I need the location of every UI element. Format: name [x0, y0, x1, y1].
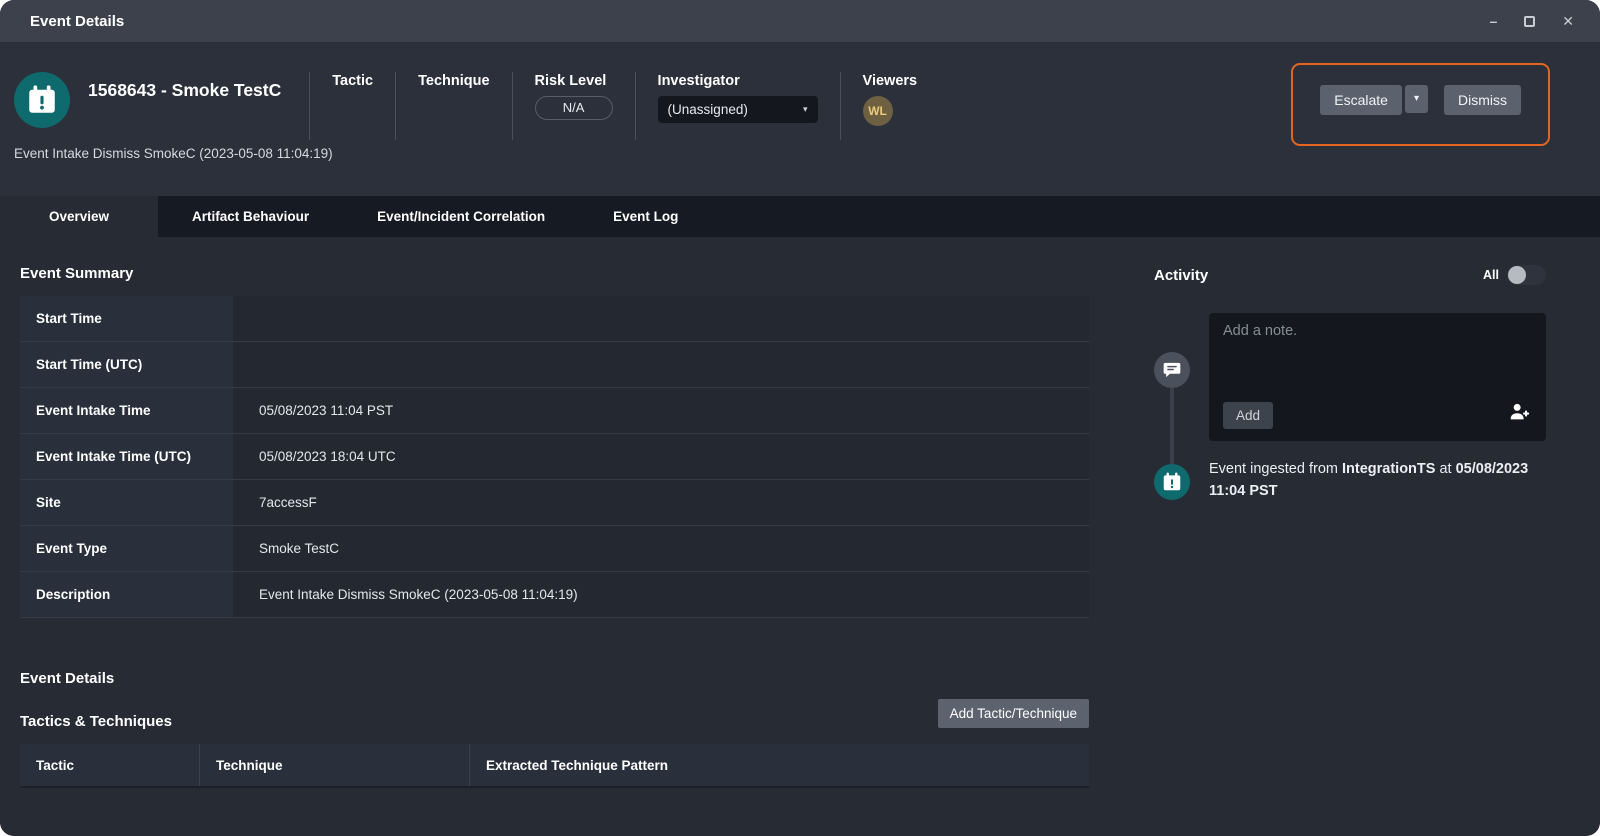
- viewer-avatar: WL: [863, 96, 893, 126]
- tactic-label: Tactic: [332, 73, 373, 89]
- tactics-column-header: Tactic: [20, 744, 200, 786]
- summary-value: [233, 296, 1089, 341]
- investigator-select[interactable]: (Unassigned) ▾: [658, 96, 818, 123]
- event-ingested-calendar-icon: [1154, 464, 1190, 500]
- tab-event-incident-correlation[interactable]: Event/Incident Correlation: [343, 196, 579, 237]
- note-comment-icon: [1154, 352, 1190, 388]
- content-area: Event Summary Start TimeStart Time (UTC)…: [0, 237, 1600, 836]
- summary-value: Smoke TestC: [233, 526, 1089, 571]
- investigator-value: (Unassigned): [668, 102, 748, 117]
- activity-title: Activity: [1154, 267, 1208, 284]
- summary-label: Description: [20, 572, 233, 617]
- event-summary-table: Start TimeStart Time (UTC)Event Intake T…: [20, 296, 1089, 618]
- all-toggle[interactable]: [1507, 265, 1546, 285]
- escalate-dropdown-icon[interactable]: ▾: [1405, 85, 1428, 113]
- add-note-card: Add: [1209, 313, 1546, 441]
- header-col-tactic: Tactic: [309, 72, 395, 140]
- add-note-button[interactable]: Add: [1223, 402, 1273, 429]
- technique-label: Technique: [418, 73, 489, 89]
- investigator-label: Investigator: [658, 73, 818, 89]
- summary-label: Event Intake Time: [20, 388, 233, 433]
- tactics-table-header: TacticTechniqueExtracted Technique Patte…: [20, 744, 1089, 788]
- risk-level-badge: N/A: [535, 96, 613, 120]
- event-subtitle: Event Intake Dismiss SmokeC (2023-05-08 …: [14, 146, 333, 161]
- summary-row: Start Time (UTC): [20, 342, 1089, 388]
- maximize-icon[interactable]: [1524, 16, 1535, 27]
- summary-label: Start Time (UTC): [20, 342, 233, 387]
- close-icon[interactable]: ✕: [1562, 14, 1574, 28]
- dismiss-button[interactable]: Dismiss: [1444, 85, 1521, 115]
- entry-text-at: at: [1435, 461, 1455, 477]
- header-col-investigator: Investigator (Unassigned) ▾: [635, 72, 840, 140]
- header-col-risk: Risk Level N/A: [512, 72, 635, 140]
- add-tactic-technique-button[interactable]: Add Tactic/Technique: [938, 699, 1089, 728]
- summary-row: Event TypeSmoke TestC: [20, 526, 1089, 572]
- event-calendar-alert-icon: [14, 72, 70, 128]
- activity-panel: Activity All: [1109, 237, 1600, 836]
- tactics-techniques-title: Tactics & Techniques: [20, 713, 172, 730]
- header-col-viewers: Viewers WL: [840, 72, 940, 140]
- timeline-connector: [1170, 388, 1174, 464]
- header-col-technique: Technique: [395, 72, 511, 140]
- summary-label: Event Type: [20, 526, 233, 571]
- risk-level-label: Risk Level: [535, 73, 613, 89]
- entry-text: Event ingested from: [1209, 461, 1342, 477]
- summary-label: Event Intake Time (UTC): [20, 434, 233, 479]
- event-header: 1568643 - Smoke TestC Tactic Technique R…: [0, 42, 1600, 196]
- note-input[interactable]: [1223, 323, 1532, 393]
- summary-row: Site7accessF: [20, 480, 1089, 526]
- summary-label: Site: [20, 480, 233, 525]
- summary-label: Start Time: [20, 296, 233, 341]
- summary-row: Event Intake Time (UTC)05/08/2023 18:04 …: [20, 434, 1089, 480]
- viewers-label: Viewers: [863, 73, 918, 89]
- summary-row: DescriptionEvent Intake Dismiss SmokeC (…: [20, 572, 1089, 618]
- chevron-down-icon: ▾: [803, 104, 808, 115]
- summary-value: Event Intake Dismiss SmokeC (2023-05-08 …: [233, 572, 1089, 617]
- tab-overview[interactable]: Overview: [0, 196, 158, 237]
- minimize-icon[interactable]: –: [1489, 14, 1497, 28]
- entry-source: IntegrationTS: [1342, 461, 1435, 477]
- summary-value: 7accessF: [233, 480, 1089, 525]
- event-actions-group: Escalate ▾ Dismiss: [1291, 63, 1550, 146]
- window-title: Event Details: [30, 13, 124, 30]
- activity-entry: Event ingested from IntegrationTS at 05/…: [1209, 458, 1546, 502]
- summary-value: 05/08/2023 11:04 PST: [233, 388, 1089, 433]
- tactics-column-header: Technique: [200, 744, 470, 786]
- tab-bar: OverviewArtifact BehaviourEvent/Incident…: [0, 196, 1600, 237]
- title-bar: Event Details – ✕: [0, 0, 1600, 42]
- overview-pane: Event Summary Start TimeStart Time (UTC)…: [0, 237, 1109, 836]
- tab-event-log[interactable]: Event Log: [579, 196, 712, 237]
- summary-value: 05/08/2023 18:04 UTC: [233, 434, 1089, 479]
- summary-row: Start Time: [20, 296, 1089, 342]
- event-id-title: 1568643 - Smoke TestC: [88, 80, 281, 101]
- all-toggle-label: All: [1483, 268, 1499, 282]
- event-details-title: Event Details: [20, 670, 1089, 687]
- event-summary-title: Event Summary: [20, 265, 1089, 282]
- add-person-icon[interactable]: [1508, 401, 1530, 428]
- toggle-knob: [1508, 266, 1526, 284]
- summary-row: Event Intake Time05/08/2023 11:04 PST: [20, 388, 1089, 434]
- escalate-button[interactable]: Escalate: [1320, 85, 1402, 115]
- tab-artifact-behaviour[interactable]: Artifact Behaviour: [158, 196, 343, 237]
- tactics-column-header: Extracted Technique Pattern: [470, 744, 1089, 786]
- activity-timeline: [1154, 313, 1190, 502]
- event-details-window: Event Details – ✕ 1568643 - Smoke Te: [0, 0, 1600, 836]
- summary-value: [233, 342, 1089, 387]
